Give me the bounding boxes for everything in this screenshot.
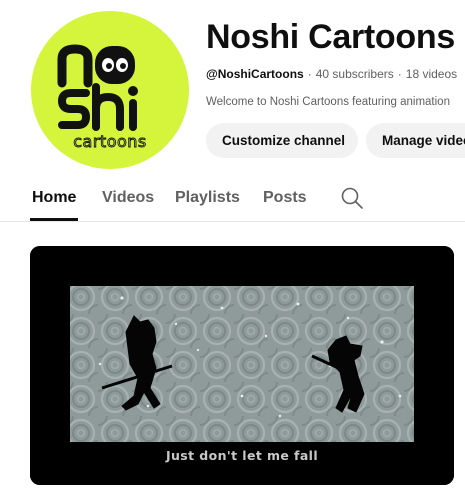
manage-videos-button[interactable]: Manage videos	[366, 123, 465, 158]
meta-separator: ·	[397, 67, 402, 81]
featured-video-player[interactable]: Just don't let me fall	[30, 246, 454, 485]
video-subtitle: Just don't let me fall	[165, 448, 319, 463]
channel-description[interactable]: Welcome to Noshi Cartoons featuring anim…	[206, 96, 465, 108]
channel-tabs: Home Videos Playlists Posts	[0, 177, 465, 222]
channel-avatar[interactable]: cartoons	[31, 11, 189, 169]
channel-name: Noshi Cartoons	[206, 18, 455, 56]
svg-text:cartoons: cartoons	[73, 132, 147, 151]
customize-channel-button[interactable]: Customize channel	[206, 123, 358, 158]
tab-home[interactable]: Home	[32, 189, 76, 207]
channel-handle: @NoshiCartoons	[206, 67, 304, 81]
search-icon[interactable]	[339, 185, 365, 211]
subscriber-count: 40 subscribers	[315, 67, 394, 81]
tab-posts[interactable]: Posts	[263, 189, 307, 207]
meta-separator: ·	[307, 67, 312, 81]
channel-meta: @NoshiCartoons · 40 subscribers · 18 videos	[206, 67, 457, 81]
active-tab-indicator	[30, 218, 78, 221]
tab-playlists[interactable]: Playlists	[175, 189, 240, 207]
tab-videos[interactable]: Videos	[102, 189, 154, 207]
video-count: 18 videos	[405, 67, 458, 81]
